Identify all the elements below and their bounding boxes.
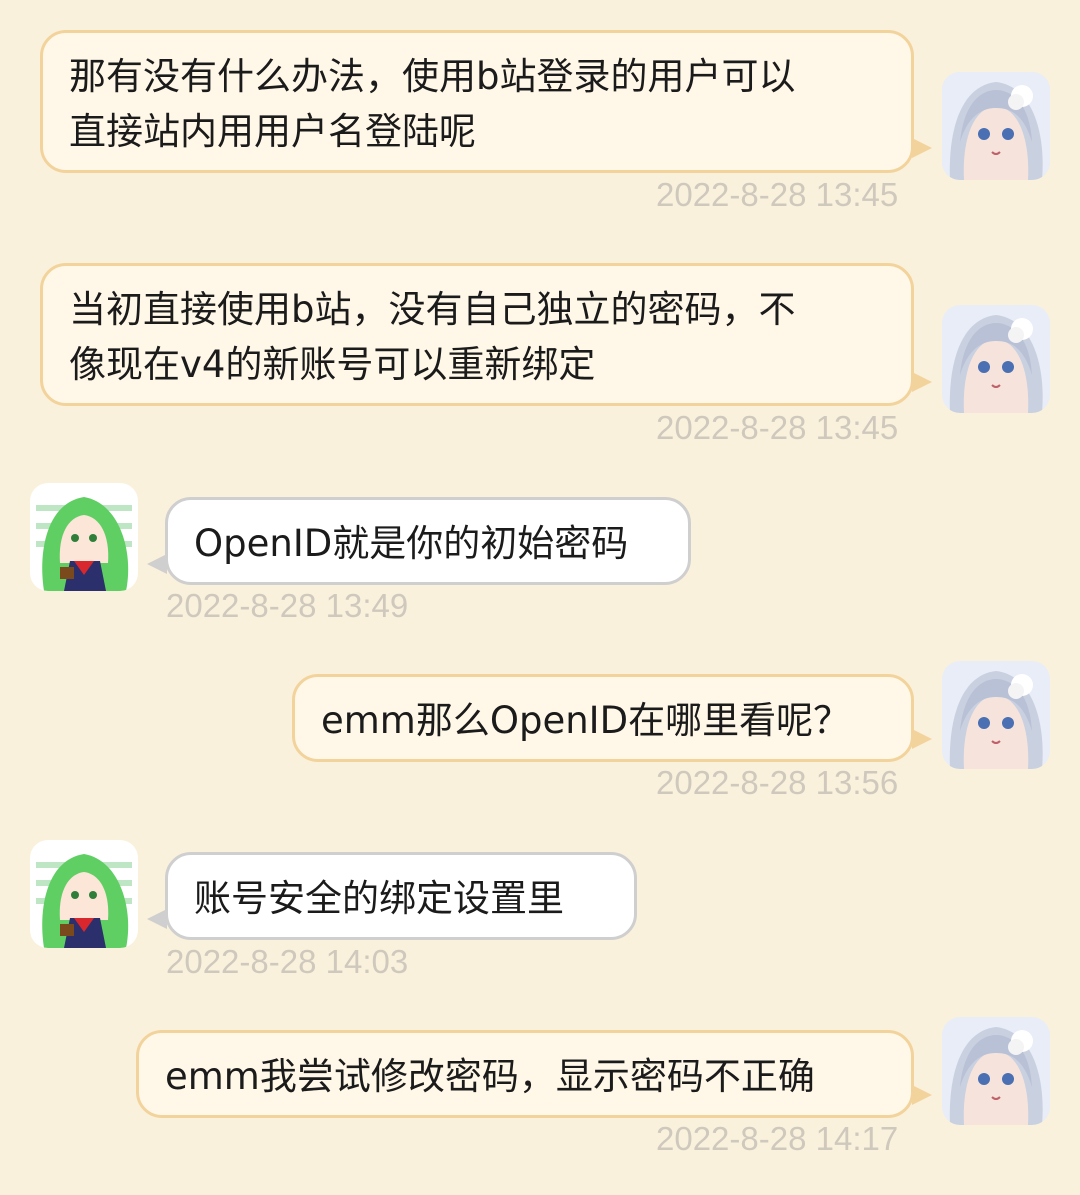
bubble-tail	[147, 909, 167, 929]
green-haired-anime-girl-avatar[interactable]	[30, 483, 138, 591]
message-timestamp: 2022-8-28 13:45	[656, 409, 899, 446]
message-bubble[interactable]: OpenID就是你的初始密码	[165, 497, 691, 585]
message-text-line: 那有没有什么办法，使用b站登录的用户可以	[69, 55, 796, 98]
message-timestamp: 2022-8-28 13:56	[656, 764, 899, 801]
message-text: OpenID就是你的初始密码	[194, 522, 629, 565]
message-timestamp: 2022-8-28 14:17	[656, 1120, 899, 1157]
bubble-tail	[147, 554, 167, 574]
bubble-tail	[912, 138, 932, 158]
message-text-line: 当初直接使用b站，没有自己独立的密码，不	[69, 288, 796, 331]
silver-haired-anime-girl-avatar[interactable]	[942, 661, 1050, 769]
message-timestamp: 2022-8-28 14:03	[166, 943, 409, 980]
message-text-line: 像现在v4的新账号可以重新绑定	[69, 343, 596, 386]
silver-haired-anime-girl-avatar[interactable]	[942, 1017, 1050, 1125]
green-haired-anime-girl-avatar[interactable]	[30, 840, 138, 948]
bubble-tail	[912, 729, 932, 749]
bubble-tail	[912, 1085, 932, 1105]
message-text-line: 直接站内用用户名登陆呢	[69, 110, 476, 153]
message-bubble[interactable]: emm那么OpenID在哪里看呢？	[292, 674, 914, 762]
message-bubble[interactable]: 当初直接使用b站，没有自己独立的密码，不 像现在v4的新账号可以重新绑定	[40, 263, 914, 406]
message-bubble[interactable]: 那有没有什么办法，使用b站登录的用户可以 直接站内用用户名登陆呢	[40, 30, 914, 173]
silver-haired-anime-girl-avatar[interactable]	[942, 72, 1050, 180]
silver-haired-anime-girl-avatar[interactable]	[942, 305, 1050, 413]
message-bubble[interactable]: 账号安全的绑定设置里	[165, 852, 637, 940]
message-timestamp: 2022-8-28 13:49	[166, 587, 409, 624]
message-text: 账号安全的绑定设置里	[194, 877, 564, 920]
message-bubble[interactable]: emm我尝试修改密码，显示密码不正确	[136, 1030, 914, 1118]
message-timestamp: 2022-8-28 13:45	[656, 176, 899, 213]
bubble-tail	[912, 372, 932, 392]
message-text: emm我尝试修改密码，显示密码不正确	[165, 1055, 815, 1098]
message-text: emm那么OpenID在哪里看呢？	[321, 699, 851, 742]
